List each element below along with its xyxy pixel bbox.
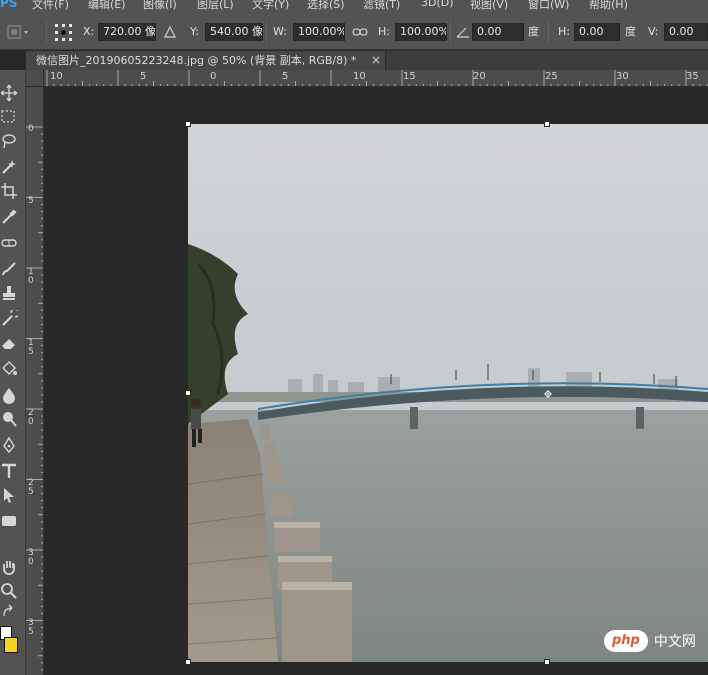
watermark-logo: php (604, 630, 648, 652)
document-tab[interactable]: 微信图片_20190605223248.jpg @ 50% (背景 副本, RG… (26, 51, 386, 70)
ruler-label: 25 (545, 71, 558, 82)
angle-unit: 度 (528, 25, 539, 38)
healing-brush-icon[interactable] (0, 234, 18, 256)
transform-tool-icon[interactable] (6, 23, 30, 41)
menu-bar: PS 文件(F) 编辑(E) 图像(I) 图层(L) 文字(Y) 选择(S) 滤… (0, 0, 708, 14)
ruler-label: 30 (28, 548, 34, 567)
ruler-label: 0 (28, 124, 34, 134)
watermark-text: 中文网 (653, 634, 696, 650)
ruler-label: 15 (403, 71, 416, 82)
transform-handle-middle-left[interactable] (185, 390, 191, 396)
x-label: X: (83, 25, 95, 38)
menu-layer[interactable]: 图层(L) (197, 0, 234, 12)
document-canvas-image[interactable] (188, 124, 708, 662)
transform-center-icon[interactable] (544, 388, 552, 398)
move-icon[interactable] (0, 84, 18, 106)
type-icon[interactable] (0, 462, 18, 484)
rectangle-icon[interactable] (0, 512, 18, 534)
transform-handle-bottom-left[interactable] (185, 659, 191, 665)
angle-icon (456, 23, 470, 41)
menu-edit[interactable]: 编辑(E) (88, 0, 126, 12)
relative-position-icon[interactable] (163, 23, 177, 41)
pen-icon[interactable] (0, 436, 18, 458)
menu-type[interactable]: 文字(Y) (252, 0, 289, 12)
app-logo: PS (0, 0, 18, 10)
ruler-label: 35 (28, 618, 34, 637)
watermark: php 中文网 (604, 629, 696, 653)
v-skew-label: V: (648, 25, 659, 38)
menu-help[interactable]: 帮助(H) (589, 0, 628, 12)
height-scale-field[interactable]: 100.00% (395, 23, 447, 41)
ruler-label: 20 (473, 71, 486, 82)
x-position-field[interactable]: 720.00 像 (98, 23, 156, 41)
dodge-icon[interactable] (0, 410, 18, 432)
width-scale-field[interactable]: 100.00% (293, 23, 345, 41)
ruler-label: 10 (353, 71, 366, 82)
path-select-icon[interactable] (0, 486, 18, 508)
horizontal-skew-field[interactable]: 0.00 (574, 23, 620, 41)
separator (46, 20, 47, 44)
close-tab-icon[interactable]: × (369, 51, 383, 70)
document-tab-title: 微信图片_20190605223248.jpg @ 50% (背景 副本, RG… (36, 54, 357, 67)
tools-panel (0, 70, 26, 675)
paint-bucket-icon[interactable] (0, 360, 18, 382)
ruler-label: 5 (282, 71, 289, 82)
menu-3d[interactable]: 3D(D) (421, 0, 454, 9)
options-bar: X: 720.00 像 Y: 540.00 像 W: 100.00% H: 10… (0, 14, 708, 50)
ruler-label: 5 (28, 196, 34, 206)
crop-icon[interactable] (0, 182, 18, 204)
vertical-skew-field[interactable]: 0.00 (664, 23, 708, 41)
y-label: Y: (190, 25, 199, 38)
brush-icon[interactable] (0, 260, 18, 282)
history-brush-icon[interactable] (0, 308, 20, 332)
h-label: H: (378, 25, 390, 38)
separator (266, 20, 267, 44)
quick-select-icon[interactable] (0, 158, 18, 180)
h-skew-label: H: (558, 25, 570, 38)
menu-select[interactable]: 选择(S) (307, 0, 345, 12)
transform-handle-top-center[interactable] (544, 121, 550, 127)
swap-colors-icon[interactable] (0, 602, 18, 624)
ruler-origin[interactable] (26, 70, 44, 87)
ruler-label: 10 (50, 71, 63, 82)
menu-view[interactable]: 视图(V) (470, 0, 508, 12)
menu-filter[interactable]: 滤镜(T) (363, 0, 400, 12)
ruler-label: 30 (616, 71, 629, 82)
transform-handle-top-left[interactable] (185, 121, 191, 127)
vertical-ruler-ticks (26, 126, 43, 671)
riverside-photo (188, 124, 708, 662)
link-icon[interactable] (352, 23, 368, 41)
marquee-icon[interactable] (0, 108, 18, 130)
menu-window[interactable]: 窗口(W) (528, 0, 569, 12)
h-skew-unit: 度 (625, 25, 636, 38)
background-color-swatch[interactable] (4, 637, 18, 653)
hand-icon[interactable] (0, 558, 18, 580)
lasso-icon[interactable] (0, 132, 18, 154)
zoom-icon[interactable] (0, 582, 18, 604)
vertical-ruler[interactable]: 0 5 10 15 20 25 30 35 (26, 87, 44, 675)
w-label: W: (273, 25, 287, 38)
ruler-label: 15 (28, 338, 34, 357)
rotation-angle-field[interactable]: 0.00 (472, 23, 524, 41)
ruler-label: 20 (28, 408, 34, 427)
ruler-label: 0 (210, 71, 217, 82)
menu-file[interactable]: 文件(F) (32, 0, 69, 12)
y-position-field[interactable]: 540.00 像 (205, 23, 263, 41)
clone-stamp-icon[interactable] (0, 284, 18, 306)
ruler-label: 35 (686, 71, 699, 82)
horizontal-ruler[interactable]: 10 5 0 5 10 15 20 25 30 35 (44, 70, 708, 87)
ruler-label: 25 (28, 478, 34, 497)
eyedropper-icon[interactable] (0, 208, 18, 230)
blur-icon[interactable] (0, 386, 18, 408)
eraser-icon[interactable] (0, 334, 18, 356)
ruler-label: 5 (140, 71, 147, 82)
menu-image[interactable]: 图像(I) (143, 0, 177, 12)
document-tab-strip: 微信图片_20190605223248.jpg @ 50% (背景 副本, RG… (26, 51, 708, 70)
reference-point-icon[interactable] (53, 22, 75, 41)
separator (450, 20, 451, 44)
transform-handle-bottom-center[interactable] (544, 659, 550, 665)
separator (548, 20, 549, 44)
ruler-label: 10 (28, 267, 34, 286)
